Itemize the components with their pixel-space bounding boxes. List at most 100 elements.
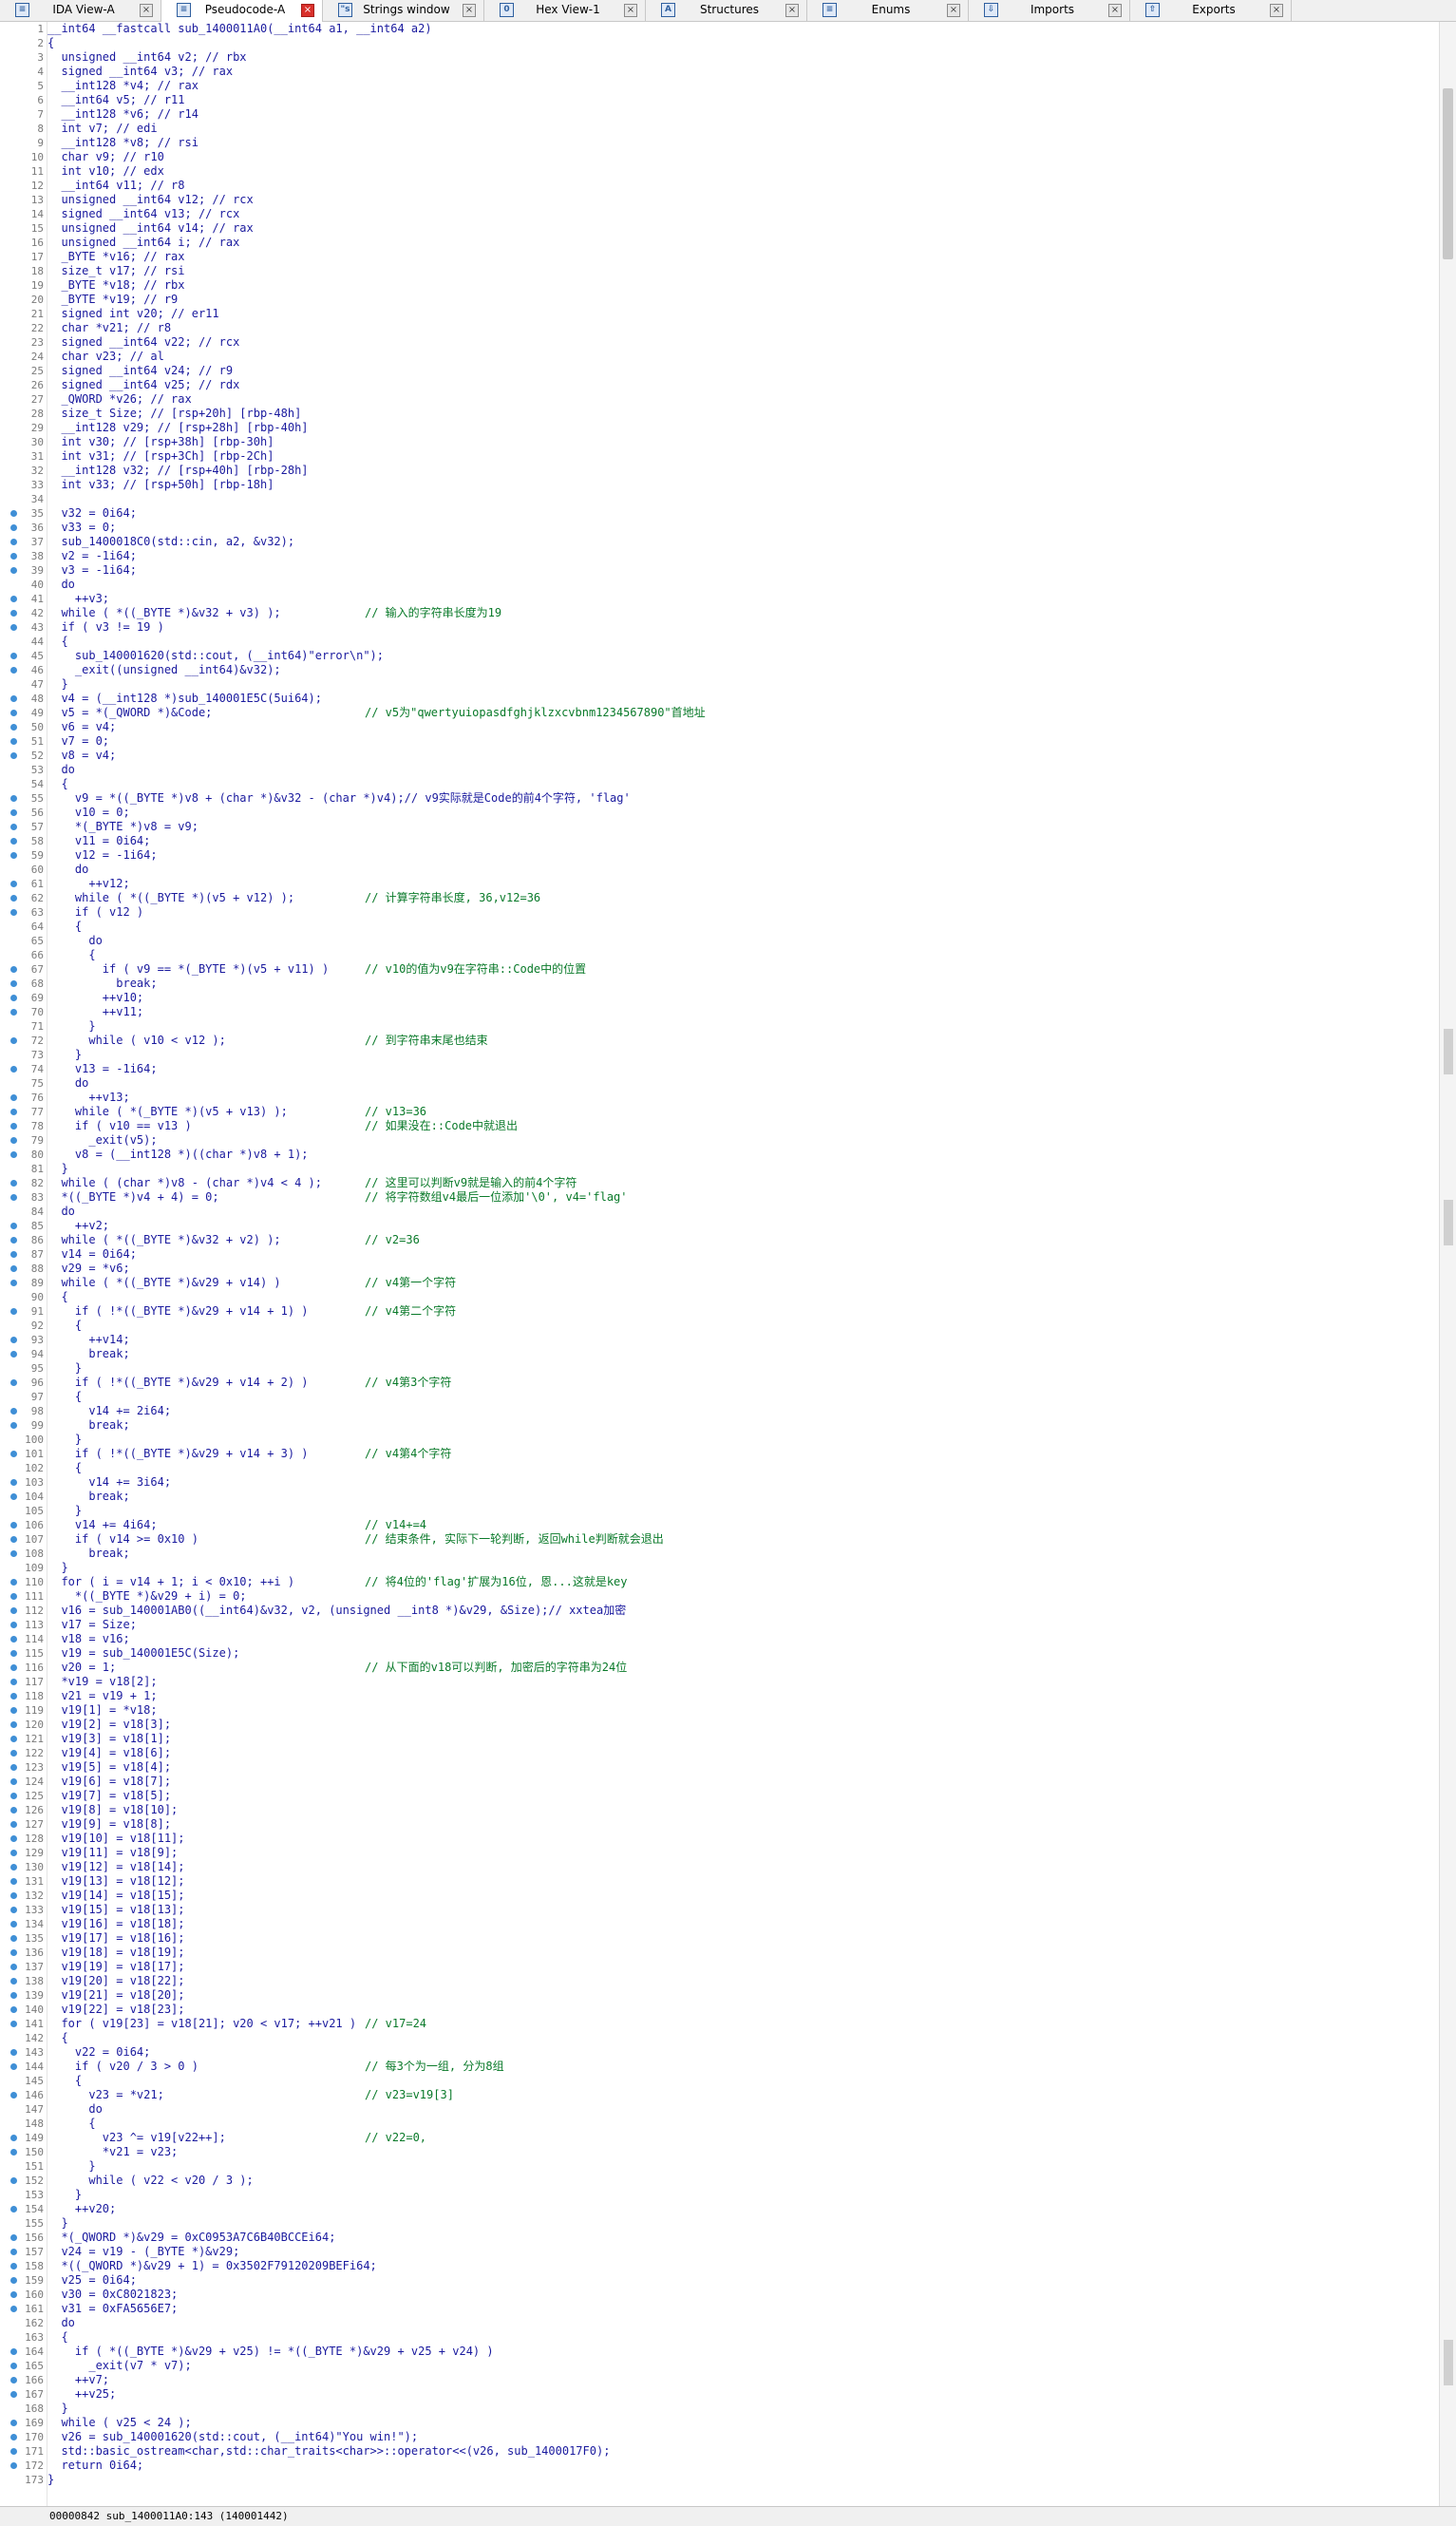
code-line[interactable]: 161 v31 = 0xFA5656E7; [0, 2302, 1439, 2316]
code-line[interactable]: 17 _BYTE *v16; // rax [0, 250, 1439, 264]
code-line[interactable]: 119 v19[1] = *v18; [0, 1703, 1439, 1718]
tab-enums[interactable]: ≡ Enums × [807, 0, 969, 21]
code-comment[interactable]: // 计算字符串长度, 36,v12=36 [365, 891, 540, 905]
code-line[interactable]: 85 ++v2; [0, 1219, 1439, 1233]
code-line[interactable]: 124 v19[6] = v18[7]; [0, 1775, 1439, 1789]
breakpoint-dot-icon[interactable] [10, 1493, 17, 1500]
breakpoint-dot-icon[interactable] [10, 795, 17, 802]
breakpoint-dot-icon[interactable] [10, 2391, 17, 2398]
code-line[interactable]: 164 if ( *((_BYTE *)&v29 + v25) != *((_B… [0, 2345, 1439, 2359]
code-text[interactable]: v8 = (__int128 *)((char *)v8 + 1); [47, 1148, 309, 1162]
code-text[interactable]: *(_QWORD *)&v29 = 0xC0953A7C6B40BCCEi64; [47, 2231, 335, 2245]
code-comment[interactable]: // v10的值为v9在字符串::Code中的位置 [365, 962, 586, 977]
code-text[interactable]: } [47, 1048, 82, 1062]
code-comment[interactable]: // 将4位的'flag'扩展为16位, 恩...这就是key [365, 1575, 628, 1589]
code-text[interactable]: if ( !*((_BYTE *)&v29 + v14 + 1) ) [47, 1304, 309, 1319]
code-line[interactable]: 10 char v9; // r10 [0, 150, 1439, 164]
code-text[interactable]: ++v2; [47, 1219, 109, 1233]
code-text[interactable]: } [47, 2402, 67, 2416]
breakpoint-dot-icon[interactable] [10, 1736, 17, 1742]
code-text[interactable]: __int128 v29; // [rsp+28h] [rbp-40h] [47, 421, 308, 435]
code-text[interactable]: v20 = 1; [47, 1661, 116, 1675]
code-line[interactable]: 88 v29 = *v6; [0, 1262, 1439, 1276]
code-line[interactable]: 3 unsigned __int64 v2; // rbx [0, 50, 1439, 65]
code-text[interactable]: while ( v10 < v12 ); [47, 1034, 226, 1048]
code-line[interactable]: 115 v19 = sub_140001E5C(Size); [0, 1646, 1439, 1661]
code-text[interactable]: if ( !*((_BYTE *)&v29 + v14 + 2) ) [47, 1376, 309, 1390]
code-line[interactable]: 39 v3 = -1i64; [0, 563, 1439, 578]
code-line[interactable]: 28 size_t Size; // [rsp+20h] [rbp-48h] [0, 407, 1439, 421]
code-text[interactable]: { [47, 777, 67, 791]
code-text[interactable]: v19[20] = v18[22]; [47, 1974, 184, 1988]
code-text[interactable]: do [47, 934, 102, 948]
code-text[interactable]: do [47, 1076, 88, 1091]
code-comment[interactable]: // 如果没在::Code中就退出 [365, 1119, 518, 1133]
breakpoint-dot-icon[interactable] [10, 1707, 17, 1714]
code-text[interactable]: int v7; // edi [47, 122, 157, 136]
code-text[interactable]: if ( v10 == v13 ) [47, 1119, 192, 1133]
code-text[interactable]: v10 = 0; [47, 806, 130, 820]
code-text[interactable]: { [47, 2117, 95, 2131]
code-text[interactable]: v9 = *((_BYTE *)v8 + (char *)&v32 - (cha… [47, 791, 631, 806]
code-line[interactable]: 38 v2 = -1i64; [0, 549, 1439, 563]
code-text[interactable]: v26 = sub_140001620(std::cout, (__int64)… [47, 2430, 418, 2444]
code-line[interactable]: 148 { [0, 2117, 1439, 2131]
breakpoint-dot-icon[interactable] [10, 1721, 17, 1728]
code-line[interactable]: 13 unsigned __int64 v12; // rcx [0, 193, 1439, 207]
breakpoint-dot-icon[interactable] [10, 809, 17, 816]
code-line[interactable]: 112 v16 = sub_140001AB0((__int64)&v32, v… [0, 1604, 1439, 1618]
code-line[interactable]: 140 v19[22] = v18[23]; [0, 2003, 1439, 2017]
code-line[interactable]: 121 v19[3] = v18[1]; [0, 1732, 1439, 1746]
code-text[interactable]: size_t Size; // [rsp+20h] [rbp-48h] [47, 407, 301, 421]
code-line[interactable]: 143 v22 = 0i64; [0, 2045, 1439, 2060]
code-text[interactable]: char v23; // al [47, 350, 163, 364]
code-line[interactable]: 86 while ( *((_BYTE *)&v32 + v2) ); // v2… [0, 1233, 1439, 1247]
code-text[interactable]: signed __int64 v25; // rdx [47, 378, 239, 392]
breakpoint-dot-icon[interactable] [10, 1137, 17, 1144]
code-line[interactable]: 80 v8 = (__int128 *)((char *)v8 + 1); [0, 1148, 1439, 1162]
code-comment[interactable]: // 结束条件, 实际下一轮判断, 返回while判断就会退出 [365, 1532, 664, 1547]
code-line[interactable]: 67 if ( v9 == *(_BYTE *)(v5 + v11) ) // v… [0, 962, 1439, 977]
code-text[interactable]: *((_BYTE *)v4 + 4) = 0; [47, 1190, 218, 1205]
code-text[interactable]: } [47, 2159, 95, 2174]
code-text[interactable]: __int64 __fastcall sub_1400011A0(__int64… [47, 22, 432, 36]
code-text[interactable]: __int64 v11; // r8 [47, 179, 184, 193]
breakpoint-dot-icon[interactable] [10, 1379, 17, 1386]
code-line[interactable]: 36 v33 = 0; [0, 521, 1439, 535]
code-text[interactable]: v19 = sub_140001E5C(Size); [47, 1646, 239, 1661]
code-text[interactable]: v19[17] = v18[16]; [47, 1931, 184, 1946]
code-text[interactable]: v19[1] = *v18; [47, 1703, 157, 1718]
code-line[interactable]: 37 sub_1400018C0(std::cin, a2, &v32); [0, 535, 1439, 549]
code-line[interactable]: 170 v26 = sub_140001620(std::cout, (__in… [0, 2430, 1439, 2444]
code-text[interactable]: v4 = (__int128 *)sub_140001E5C(5ui64); [47, 692, 322, 706]
breakpoint-dot-icon[interactable] [10, 2177, 17, 2184]
code-line[interactable]: 63 if ( v12 ) [0, 905, 1439, 920]
code-line[interactable]: 62 while ( *((_BYTE *)(v5 + v12) ); // 计算… [0, 891, 1439, 905]
code-line[interactable]: 166 ++v7; [0, 2373, 1439, 2387]
code-text[interactable]: { [47, 2031, 67, 2045]
code-line[interactable]: 29 __int128 v29; // [rsp+28h] [rbp-40h] [0, 421, 1439, 435]
code-line[interactable]: 147 do [0, 2102, 1439, 2117]
breakpoint-dot-icon[interactable] [10, 1878, 17, 1885]
code-line[interactable]: 4 signed __int64 v3; // rax [0, 65, 1439, 79]
code-line[interactable]: 132 v19[14] = v18[15]; [0, 1889, 1439, 1903]
breakpoint-dot-icon[interactable] [10, 1251, 17, 1258]
code-line[interactable]: 64 { [0, 920, 1439, 934]
code-text[interactable]: for ( i = v14 + 1; i < 0x10; ++i ) [47, 1575, 294, 1589]
code-text[interactable]: { [47, 1461, 82, 1475]
code-line[interactable]: 51 v7 = 0; [0, 734, 1439, 749]
code-text[interactable]: do [47, 1205, 74, 1219]
code-text[interactable]: if ( *((_BYTE *)&v29 + v25) != *((_BYTE … [47, 2345, 494, 2359]
code-text[interactable]: do [47, 863, 88, 877]
code-line[interactable]: 146 v23 = *v21; // v23=v19[3] [0, 2088, 1439, 2102]
code-line[interactable]: 150 *v21 = v23; [0, 2145, 1439, 2159]
code-text[interactable]: { [47, 2330, 67, 2345]
breakpoint-dot-icon[interactable] [10, 824, 17, 830]
close-icon[interactable]: × [1270, 4, 1283, 17]
code-line[interactable]: 53 do [0, 763, 1439, 777]
code-line[interactable]: 1 __int64 __fastcall sub_1400011A0(__int6… [0, 22, 1439, 36]
code-line[interactable]: 52 v8 = v4; [0, 749, 1439, 763]
code-line[interactable]: 118 v21 = v19 + 1; [0, 1689, 1439, 1703]
tab-pseudocode-a[interactable]: ≡ Pseudocode-A × [161, 0, 323, 22]
code-line[interactable]: 26 signed __int64 v25; // rdx [0, 378, 1439, 392]
